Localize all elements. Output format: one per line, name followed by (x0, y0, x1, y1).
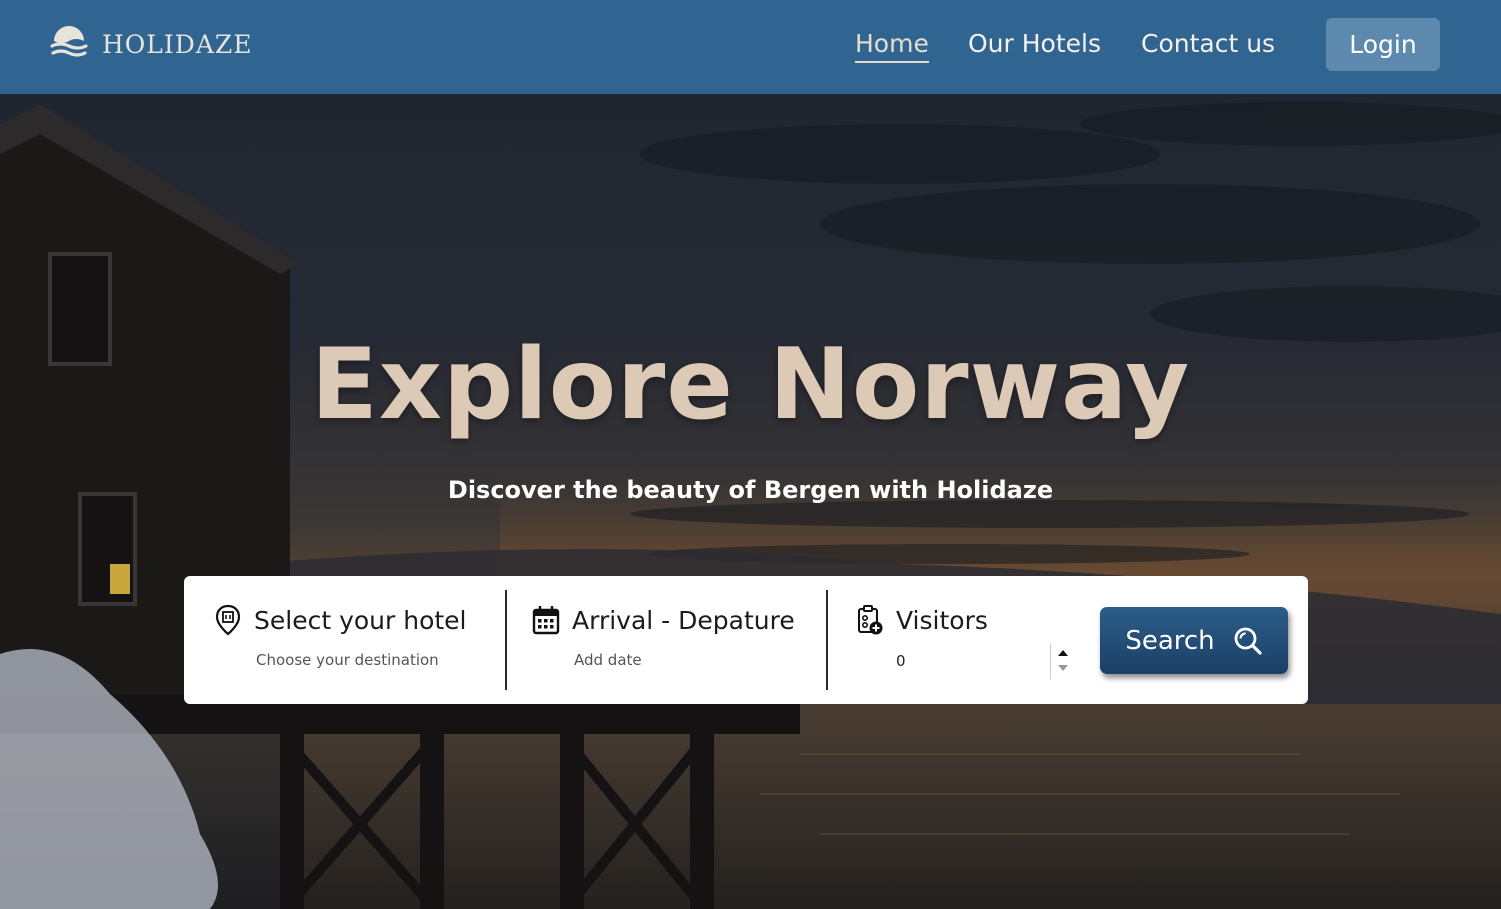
field-divider (505, 590, 507, 690)
hotel-select-field[interactable]: Select your hotel Choose your destinatio… (214, 576, 504, 704)
search-icon (1234, 627, 1262, 655)
search-button[interactable]: Search (1100, 607, 1288, 674)
top-navigation-bar: HOLIDAZE Home Our Hotels Contact us Logi… (0, 0, 1501, 94)
hotel-field-placeholder: Choose your destination (256, 651, 439, 669)
hero-subtitle: Discover the beauty of Bergen with Holid… (447, 476, 1054, 504)
stepper-down-icon[interactable] (1058, 665, 1068, 671)
visitors-field: Visitors 0 (856, 576, 1086, 704)
hotel-field-header: Select your hotel (214, 604, 467, 636)
stepper-up-icon[interactable] (1058, 650, 1068, 656)
hotel-field-label: Select your hotel (254, 605, 467, 635)
clipboard-add-icon (858, 605, 883, 635)
visitors-field-label: Visitors (896, 605, 988, 635)
visitors-field-header: Visitors (856, 604, 988, 636)
hero-title: Explore Norway (310, 328, 1191, 442)
date-field-header: Arrival - Depature (532, 604, 795, 636)
booking-search-form: Select your hotel Choose your destinatio… (184, 576, 1308, 704)
nav-item-contact-us[interactable]: Contact us (1141, 27, 1275, 61)
map-pin-icon (215, 604, 241, 636)
date-field-placeholder: Add date (574, 651, 642, 669)
field-divider (826, 590, 828, 690)
brand-name: HOLIDAZE (102, 29, 253, 59)
login-button[interactable]: Login (1326, 18, 1440, 71)
hero-section: Explore Norway Discover the beauty of Be… (0, 94, 1501, 909)
search-button-label: Search (1125, 625, 1215, 656)
nav-item-our-hotels[interactable]: Our Hotels (968, 27, 1101, 61)
nav-item-home[interactable]: Home (855, 27, 929, 63)
brand[interactable]: HOLIDAZE (50, 24, 253, 64)
visitors-input[interactable]: 0 (896, 652, 906, 670)
calendar-icon (532, 606, 560, 635)
date-field-label: Arrival - Depature (572, 605, 795, 635)
date-range-field[interactable]: Arrival - Depature Add date (532, 576, 822, 704)
waves-icon (50, 26, 88, 57)
visitors-stepper[interactable] (1050, 643, 1076, 679)
